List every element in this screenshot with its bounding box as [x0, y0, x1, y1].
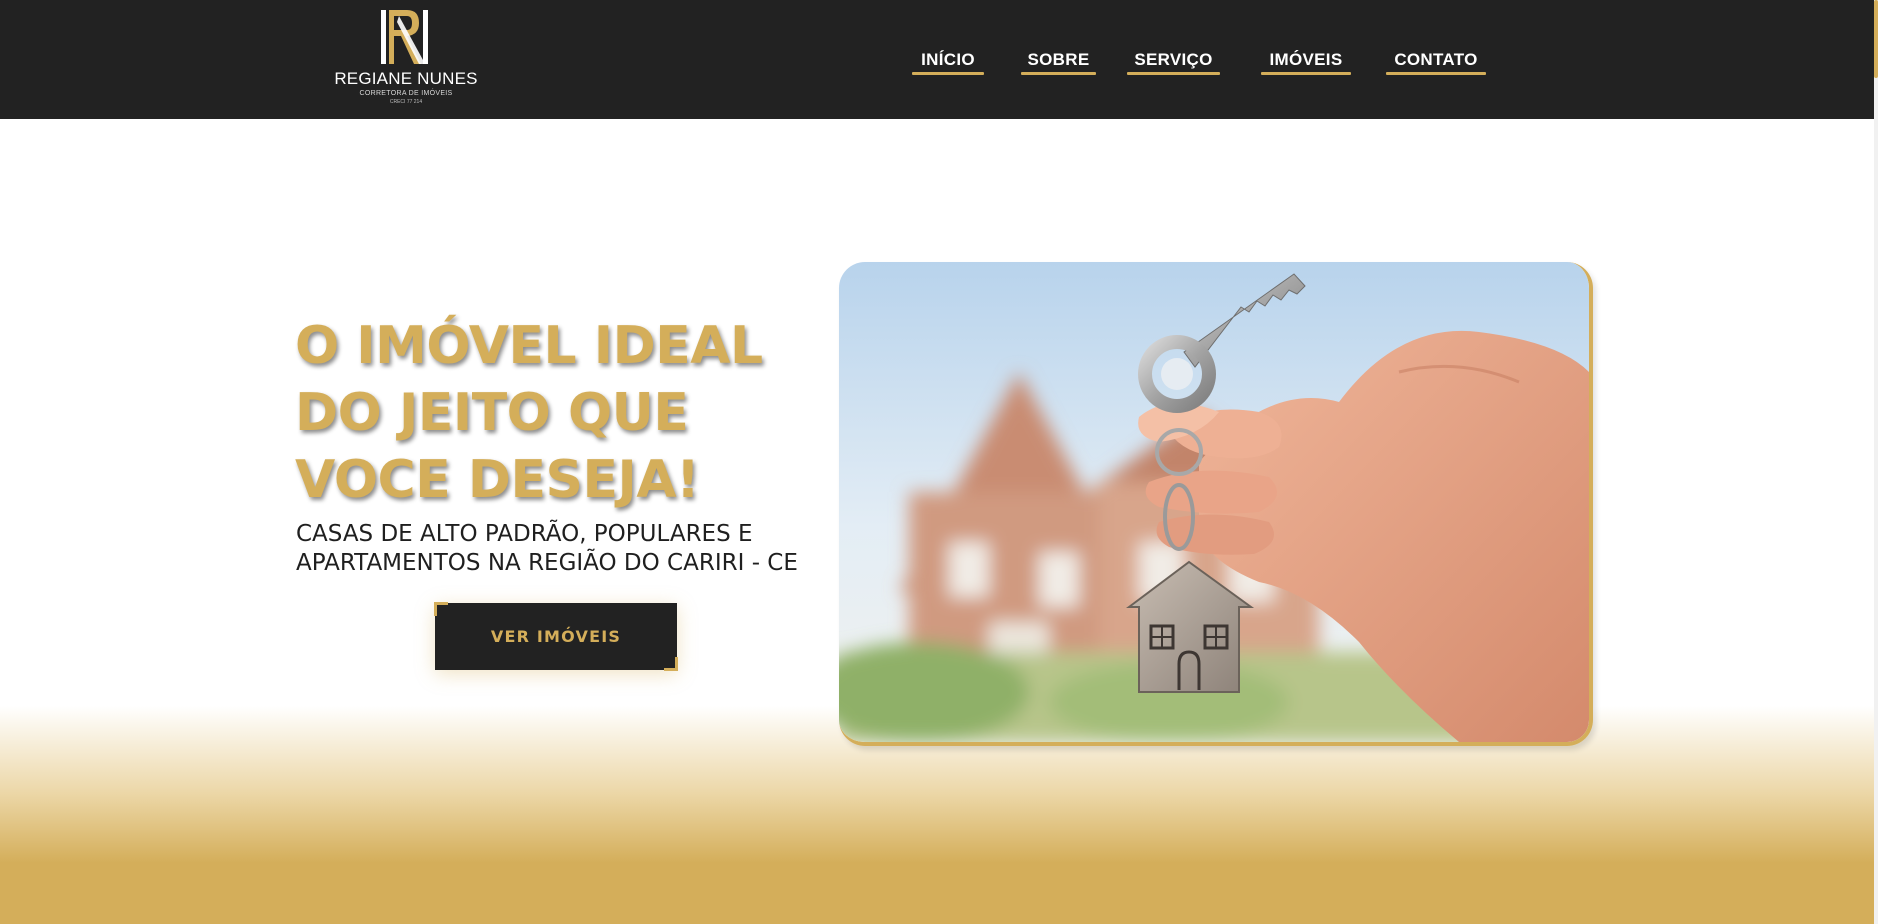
hand-holding-key-illustration — [839, 262, 1589, 742]
brand-name: REGIANE NUNES — [334, 69, 478, 88]
hero-subtitle: CASAS DE ALTO PADRÃO, POPULARES E APARTA… — [296, 520, 816, 578]
hero-subtitle-line: CASAS DE ALTO PADRÃO, POPULARES E — [296, 521, 753, 547]
nav-item-label: IMÓVEIS — [1269, 50, 1343, 69]
nav-underline — [1127, 72, 1220, 75]
nav-underline — [1021, 72, 1096, 75]
nav-underline — [1261, 72, 1351, 75]
brand-subtitle: CORRETORA DE IMÓVEIS — [359, 90, 453, 97]
cta-corner-accent — [664, 657, 678, 671]
page-scrollbar[interactable] — [1874, 0, 1878, 924]
nav-underline — [1386, 72, 1486, 75]
hero-title: O IMÓVEL IDEAL DO JEITO QUE VOCE DESEJA! — [295, 313, 775, 514]
nav-item-imoveis[interactable]: IMÓVEIS — [1261, 50, 1351, 76]
nav-item-label: SERVIÇO — [1134, 50, 1213, 69]
brand-logo[interactable]: REGIANE NUNES CORRETORA DE IMÓVEIS CRECI… — [333, 8, 479, 108]
hero-title-line: O IMÓVEL IDEAL — [295, 316, 763, 376]
cta-corner-accent — [434, 602, 448, 616]
brand-creci: CRECI 77 214 — [389, 99, 423, 105]
site-header: REGIANE NUNES CORRETORA DE IMÓVEIS CRECI… — [0, 0, 1874, 119]
hero-title-line: VOCE DESEJA! — [295, 450, 700, 510]
rn-monogram-icon — [381, 10, 428, 64]
nav-item-servico[interactable]: SERVIÇO — [1127, 50, 1220, 76]
hero-title-line: DO JEITO QUE — [295, 383, 689, 443]
page-scrollbar-thumb[interactable] — [1874, 0, 1878, 78]
nav-item-inicio[interactable]: INÍCIO — [912, 50, 984, 76]
nav-item-contato[interactable]: CONTATO — [1386, 50, 1486, 76]
nav-item-label: INÍCIO — [921, 50, 975, 69]
nav-underline — [912, 72, 984, 75]
nav-item-label: CONTATO — [1394, 50, 1478, 69]
hero-subtitle-line: APARTAMENTOS NA REGIÃO DO CARIRI - CE — [296, 550, 798, 576]
hero-image — [839, 262, 1593, 746]
cta-label: VER IMÓVEIS — [490, 627, 622, 646]
ver-imoveis-button[interactable]: VER IMÓVEIS — [434, 602, 678, 671]
nav-item-sobre[interactable]: SOBRE — [1021, 50, 1096, 76]
nav-item-label: SOBRE — [1027, 50, 1090, 69]
